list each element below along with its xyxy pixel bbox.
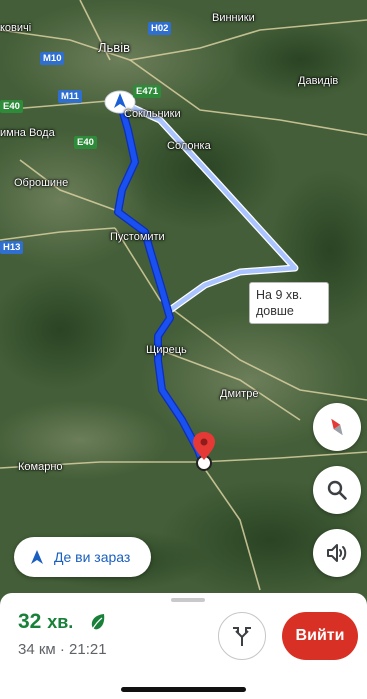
compass-button[interactable] (313, 403, 361, 451)
road-shield-m11: M11 (58, 90, 82, 103)
where-are-you-button[interactable]: Де ви зараз (14, 537, 151, 577)
map-label-pustomyty: Пустомити (110, 231, 165, 243)
sheet-drag-handle[interactable] (171, 598, 205, 602)
map-label-lviv: Львів (98, 40, 131, 55)
map-label-vynnyky: Винники (212, 12, 255, 24)
road-shield-e471: E471 (133, 85, 162, 98)
route-fork-icon (233, 627, 251, 646)
eta-unit: хв. (47, 612, 74, 632)
alternate-route-card[interactable]: На 9 хв. довше (249, 282, 329, 324)
exit-button[interactable]: Вийти (282, 612, 358, 660)
map-label-zymna-voda: имна Вода (0, 127, 55, 139)
map-label-solonka: Солонка (167, 140, 211, 152)
sound-icon (327, 544, 347, 562)
map-label-sokilnyky: Сокільники (124, 108, 181, 120)
map-label-komarno: Комарно (18, 461, 63, 473)
eta-value: 32 (18, 610, 42, 633)
home-indicator[interactable] (121, 687, 246, 692)
map-label-shchyrets: Щирець (146, 344, 187, 356)
map-label-kovychi: ковичі (0, 22, 32, 34)
search-icon (327, 480, 347, 500)
map-label-davydiv: Давидів (298, 75, 339, 87)
search-button[interactable] (313, 466, 361, 514)
map-label-dmytre: Дмитре (220, 388, 259, 400)
sound-button[interactable] (313, 529, 361, 577)
road-shield-e40: E40 (74, 136, 97, 149)
eta-duration: 32 хв. (18, 610, 73, 634)
road-shield-e40-west: E40 (0, 100, 23, 113)
map-label-obroshyne: Оброшине (14, 177, 69, 189)
distance-arrival-time: 34 км · 21:21 (18, 641, 107, 658)
alternate-routes-button[interactable] (218, 612, 266, 660)
compass-icon (331, 418, 343, 436)
where-are-you-label: Де ви зараз (54, 549, 131, 565)
leaf-icon (91, 614, 105, 631)
road-shield-m10: M10 (40, 52, 65, 65)
road-shield-h02: H02 (148, 22, 172, 35)
road-shield-h13: H13 (0, 241, 24, 254)
navigation-arrow-icon (31, 550, 43, 564)
